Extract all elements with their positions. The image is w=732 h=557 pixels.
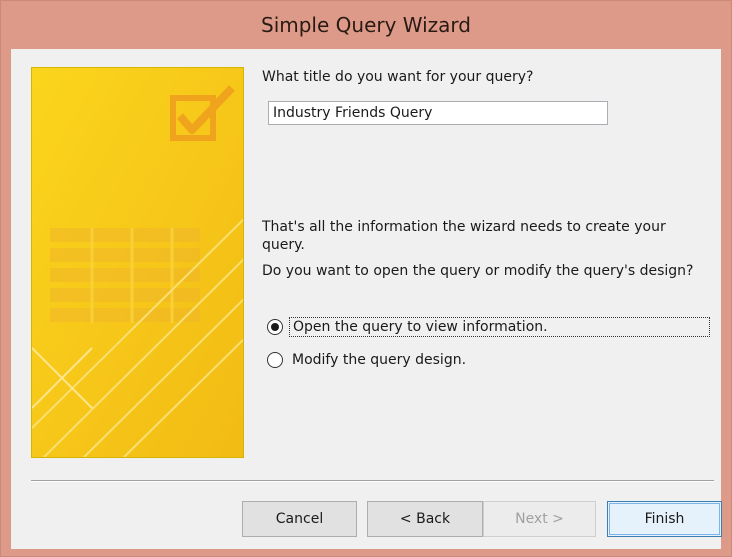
- window-title: Simple Query Wizard: [261, 13, 471, 37]
- separator-line: [31, 480, 714, 482]
- cancel-button[interactable]: Cancel: [242, 501, 357, 537]
- query-title-input[interactable]: [268, 101, 608, 125]
- finish-button[interactable]: Finish: [607, 501, 722, 537]
- title-prompt-label: What title do you want for your query?: [262, 69, 534, 85]
- open-or-modify-question: Do you want to open the query or modify …: [262, 263, 694, 279]
- wizard-side-image: [31, 67, 244, 458]
- radio-open-query-label: Open the query to view information.: [289, 317, 710, 337]
- radio-modify-design-label: Modify the query design.: [292, 352, 467, 368]
- radio-modify-design[interactable]: Modify the query design.: [267, 349, 469, 371]
- next-button[interactable]: Next >: [483, 501, 596, 537]
- radio-open-query[interactable]: Open the query to view information.: [267, 316, 710, 338]
- info-text: That's all the information the wizard ne…: [262, 219, 666, 253]
- radio-button-unselected[interactable]: [267, 352, 283, 368]
- wizard-body: What title do you want for your query? T…: [11, 49, 722, 549]
- wizard-window: Simple Query Wizard What title do you wa…: [0, 0, 732, 557]
- radio-button-selected[interactable]: [267, 319, 283, 335]
- back-button[interactable]: < Back: [367, 501, 483, 537]
